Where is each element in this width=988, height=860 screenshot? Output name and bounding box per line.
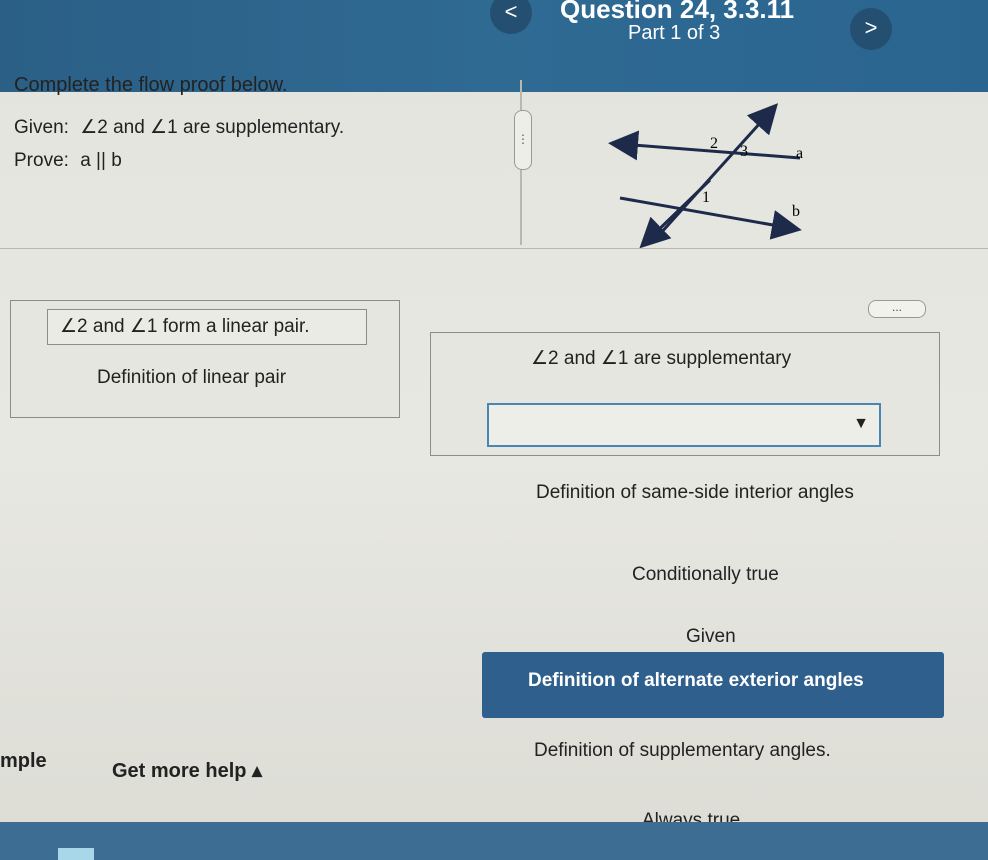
prove-text: a || b — [80, 150, 122, 171]
option-given[interactable]: Given — [686, 626, 736, 648]
angle-1-label: 1 — [702, 189, 710, 206]
parallel-lines-diagram: 2 3 1 a b — [608, 103, 803, 249]
proof-step-1: ∠2 and ∠1 form a linear pair. Definition… — [10, 300, 400, 418]
reason-dropdown[interactable]: ▼ — [487, 403, 881, 447]
transversal-tail — [639, 178, 712, 249]
line-a-label: a — [796, 145, 803, 162]
line-b-label: b — [792, 203, 800, 220]
section-divider — [0, 248, 988, 249]
option-supplementary[interactable]: Definition of supplementary angles. — [534, 740, 831, 762]
dropdown-options-list: Definition of same-side interior angles … — [480, 460, 950, 860]
chevron-right-icon: > — [864, 15, 878, 40]
proof-step-2: ∠2 and ∠1 are supplementary ▼ — [430, 332, 940, 456]
next-part-button[interactable]: > — [850, 8, 892, 50]
option-same-side-interior[interactable]: Definition of same-side interior angles — [536, 482, 854, 504]
option-alternate-exterior[interactable]: Definition of alternate exterior angles — [482, 652, 944, 718]
option-conditionally-true[interactable]: Conditionally true — [632, 564, 779, 586]
bottom-tab-indicator — [58, 848, 94, 860]
given-statement: Given: ∠2 and ∠1 are supplementary. — [14, 116, 344, 139]
instruction-text: Complete the flow proof below. — [14, 74, 288, 96]
dropdown-caret-icon: ▼ — [853, 415, 869, 432]
step-2-statement: ∠2 and ∠1 are supplementary — [531, 348, 792, 369]
prove-label: Prove: — [14, 150, 69, 171]
prove-statement: Prove: a || b — [14, 150, 122, 172]
chevron-left-icon: < — [504, 0, 518, 24]
angle-2-label: 2 — [710, 135, 718, 152]
given-label: Given: — [14, 117, 69, 138]
given-text: ∠2 and ∠1 are supplementary. — [80, 117, 345, 138]
panel-resize-handle[interactable]: ⋮ — [514, 110, 532, 170]
step-1-statement: ∠2 and ∠1 form a linear pair. — [47, 309, 367, 345]
get-more-help-button[interactable]: Get more help ▴ — [112, 758, 262, 783]
previous-part-button[interactable]: < — [490, 0, 532, 34]
example-link[interactable]: mple — [0, 750, 47, 773]
bottom-toolbar — [0, 822, 988, 860]
part-indicator: Part 1 of 3 — [628, 22, 721, 44]
more-options-button[interactable]: ... — [868, 300, 926, 318]
step-1-reason: Definition of linear pair — [97, 367, 287, 388]
angle-3-label: 3 — [740, 143, 748, 160]
